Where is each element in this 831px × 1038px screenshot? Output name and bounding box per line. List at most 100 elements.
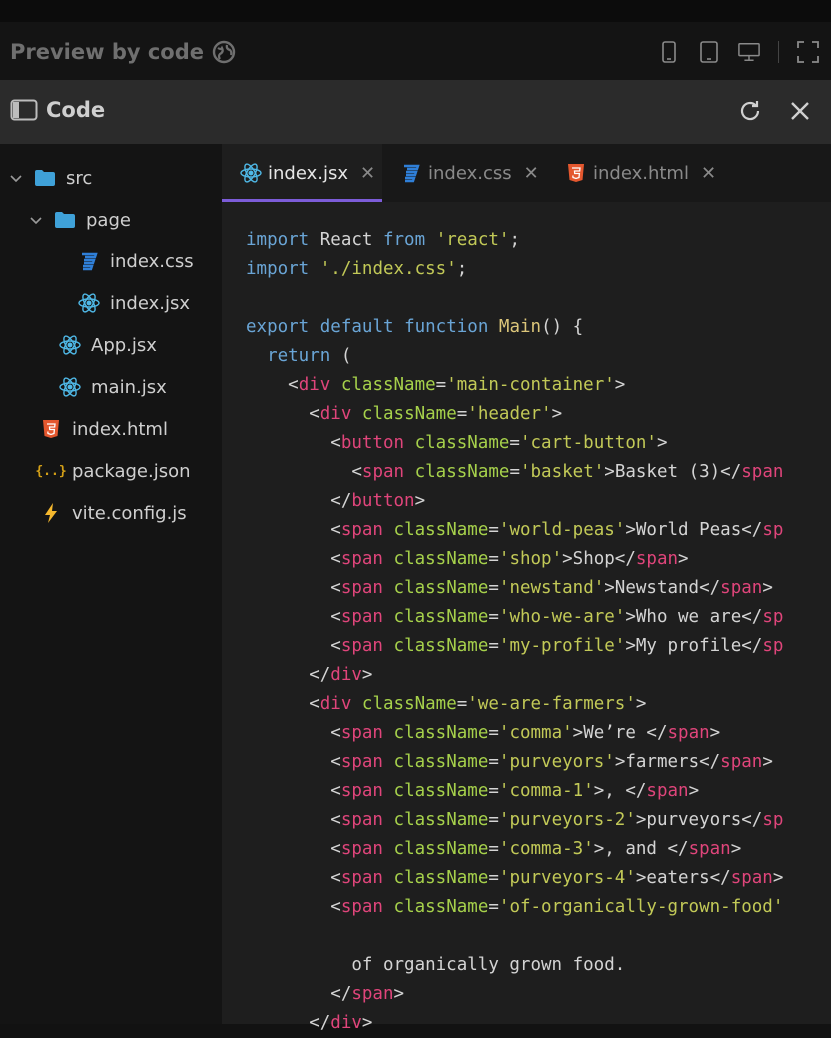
react-icon	[240, 162, 262, 184]
code-token: className	[414, 462, 510, 482]
file-explorer: src page index.css index.jsx App.jsx mai…	[0, 144, 222, 1024]
chevron-down-icon[interactable]	[8, 170, 24, 186]
code-token: >	[393, 984, 405, 1004]
code-token: =	[456, 694, 468, 714]
code-token: ;	[509, 230, 520, 250]
html5-icon	[565, 162, 587, 184]
react-icon	[59, 334, 81, 356]
tree-item-index-jsx[interactable]: index.jsx	[78, 288, 190, 318]
code-token: 'who-we-are'	[498, 607, 626, 627]
code-token: div	[330, 665, 362, 685]
phone-icon[interactable]	[658, 40, 680, 64]
code-token: className	[393, 636, 489, 656]
code-panel-header: Code	[0, 80, 831, 144]
css-file-icon	[78, 250, 100, 272]
code-token: className	[393, 781, 489, 801]
refresh-icon[interactable]	[737, 98, 763, 124]
tablet-icon[interactable]	[698, 40, 720, 64]
code-line: <span className='of-organically-grown-fo…	[246, 893, 831, 922]
code-token: 'my-profile'	[498, 636, 626, 656]
tree-item-page[interactable]: page	[28, 205, 131, 235]
code-token: className	[340, 375, 436, 395]
code-token: >Basket (3)</	[604, 462, 742, 482]
code-token: span	[635, 549, 679, 569]
code-token: span	[340, 897, 383, 917]
code-token: <	[246, 375, 299, 395]
code-token: className	[361, 694, 457, 714]
code-token: div	[319, 694, 352, 714]
code-token: 'purveyors-2'	[498, 810, 636, 830]
code-token: <	[246, 636, 341, 656]
code-token: =	[488, 607, 499, 627]
code-token: <	[246, 549, 341, 569]
code-token: >	[762, 578, 784, 598]
code-token: import	[246, 230, 310, 250]
code-token: >	[730, 839, 742, 859]
code-line: <span className='newstand'>Newstand</spa…	[246, 574, 831, 603]
code-token: button	[340, 433, 405, 453]
tree-item-app-jsx[interactable]: App.jsx	[59, 330, 157, 360]
desktop-icon[interactable]	[738, 40, 760, 64]
tree-item-package-json[interactable]: {..} package.json	[35, 456, 190, 486]
code-line: </div>	[246, 661, 831, 690]
code-token: className	[393, 607, 489, 627]
code-token: >	[709, 723, 721, 743]
code-token: export	[246, 317, 310, 337]
code-token: <	[246, 897, 341, 917]
code-token: <	[246, 433, 341, 453]
code-line: <span className='my-profile'>My profile<…	[246, 632, 831, 661]
tab-close-icon[interactable]: ✕	[360, 163, 375, 184]
code-token: >	[614, 375, 626, 395]
tree-item-vite-config[interactable]: vite.config.js	[40, 498, 187, 528]
code-token: React	[309, 230, 383, 250]
code-token: 'basket'	[519, 462, 605, 482]
json-icon: {..}	[35, 463, 67, 479]
code-token: span	[340, 549, 383, 569]
code-token: =	[488, 520, 499, 540]
device-toolbar	[658, 40, 819, 64]
code-content[interactable]: import React from 'react'; import './inde…	[246, 226, 831, 1038]
tree-item-index-html[interactable]: index.html	[40, 414, 168, 444]
tree-item-src[interactable]: src	[8, 163, 92, 193]
code-token: </	[246, 491, 352, 511]
code-token: =	[509, 462, 520, 482]
code-token: './index.css'	[319, 259, 457, 279]
code-token: span	[667, 723, 710, 743]
sidebar-panel-icon[interactable]	[10, 99, 38, 121]
tree-item-label: vite.config.js	[72, 502, 187, 524]
code-token: sp	[762, 810, 784, 830]
code-token: >We’re </	[572, 723, 668, 743]
code-line: import React from 'react';	[246, 226, 831, 255]
code-token: >	[551, 404, 563, 424]
code-token: 'purveyors'	[498, 752, 615, 772]
close-icon[interactable]	[787, 98, 813, 124]
chevron-down-icon[interactable]	[28, 212, 44, 228]
panel-actions	[737, 98, 813, 124]
fullscreen-icon[interactable]	[797, 40, 819, 64]
code-token: span	[720, 752, 763, 772]
tree-item-label: App.jsx	[91, 334, 157, 356]
tree-item-main-jsx[interactable]: main.jsx	[59, 372, 167, 402]
tab-index-html[interactable]: index.html ✕	[565, 144, 716, 202]
globe-icon[interactable]	[212, 40, 236, 64]
code-token: span	[646, 781, 689, 801]
tree-item-index-css[interactable]: index.css	[78, 246, 194, 276]
code-token: span	[720, 578, 763, 598]
tab-index-jsx[interactable]: index.jsx ✕	[222, 144, 382, 202]
tab-index-css[interactable]: index.css ✕	[400, 144, 539, 202]
code-line: <span className='comma'>We’re </span>	[246, 719, 831, 748]
code-token: >eaters</	[635, 868, 731, 888]
code-line: <button className='cart-button'>	[246, 429, 831, 458]
tab-close-icon[interactable]: ✕	[701, 163, 716, 184]
code-token: </	[246, 984, 352, 1004]
code-token: span	[340, 752, 383, 772]
code-token: Main	[498, 317, 542, 337]
tree-item-label: page	[86, 209, 131, 231]
tab-close-icon[interactable]: ✕	[524, 163, 539, 184]
code-token: </	[246, 1013, 331, 1033]
